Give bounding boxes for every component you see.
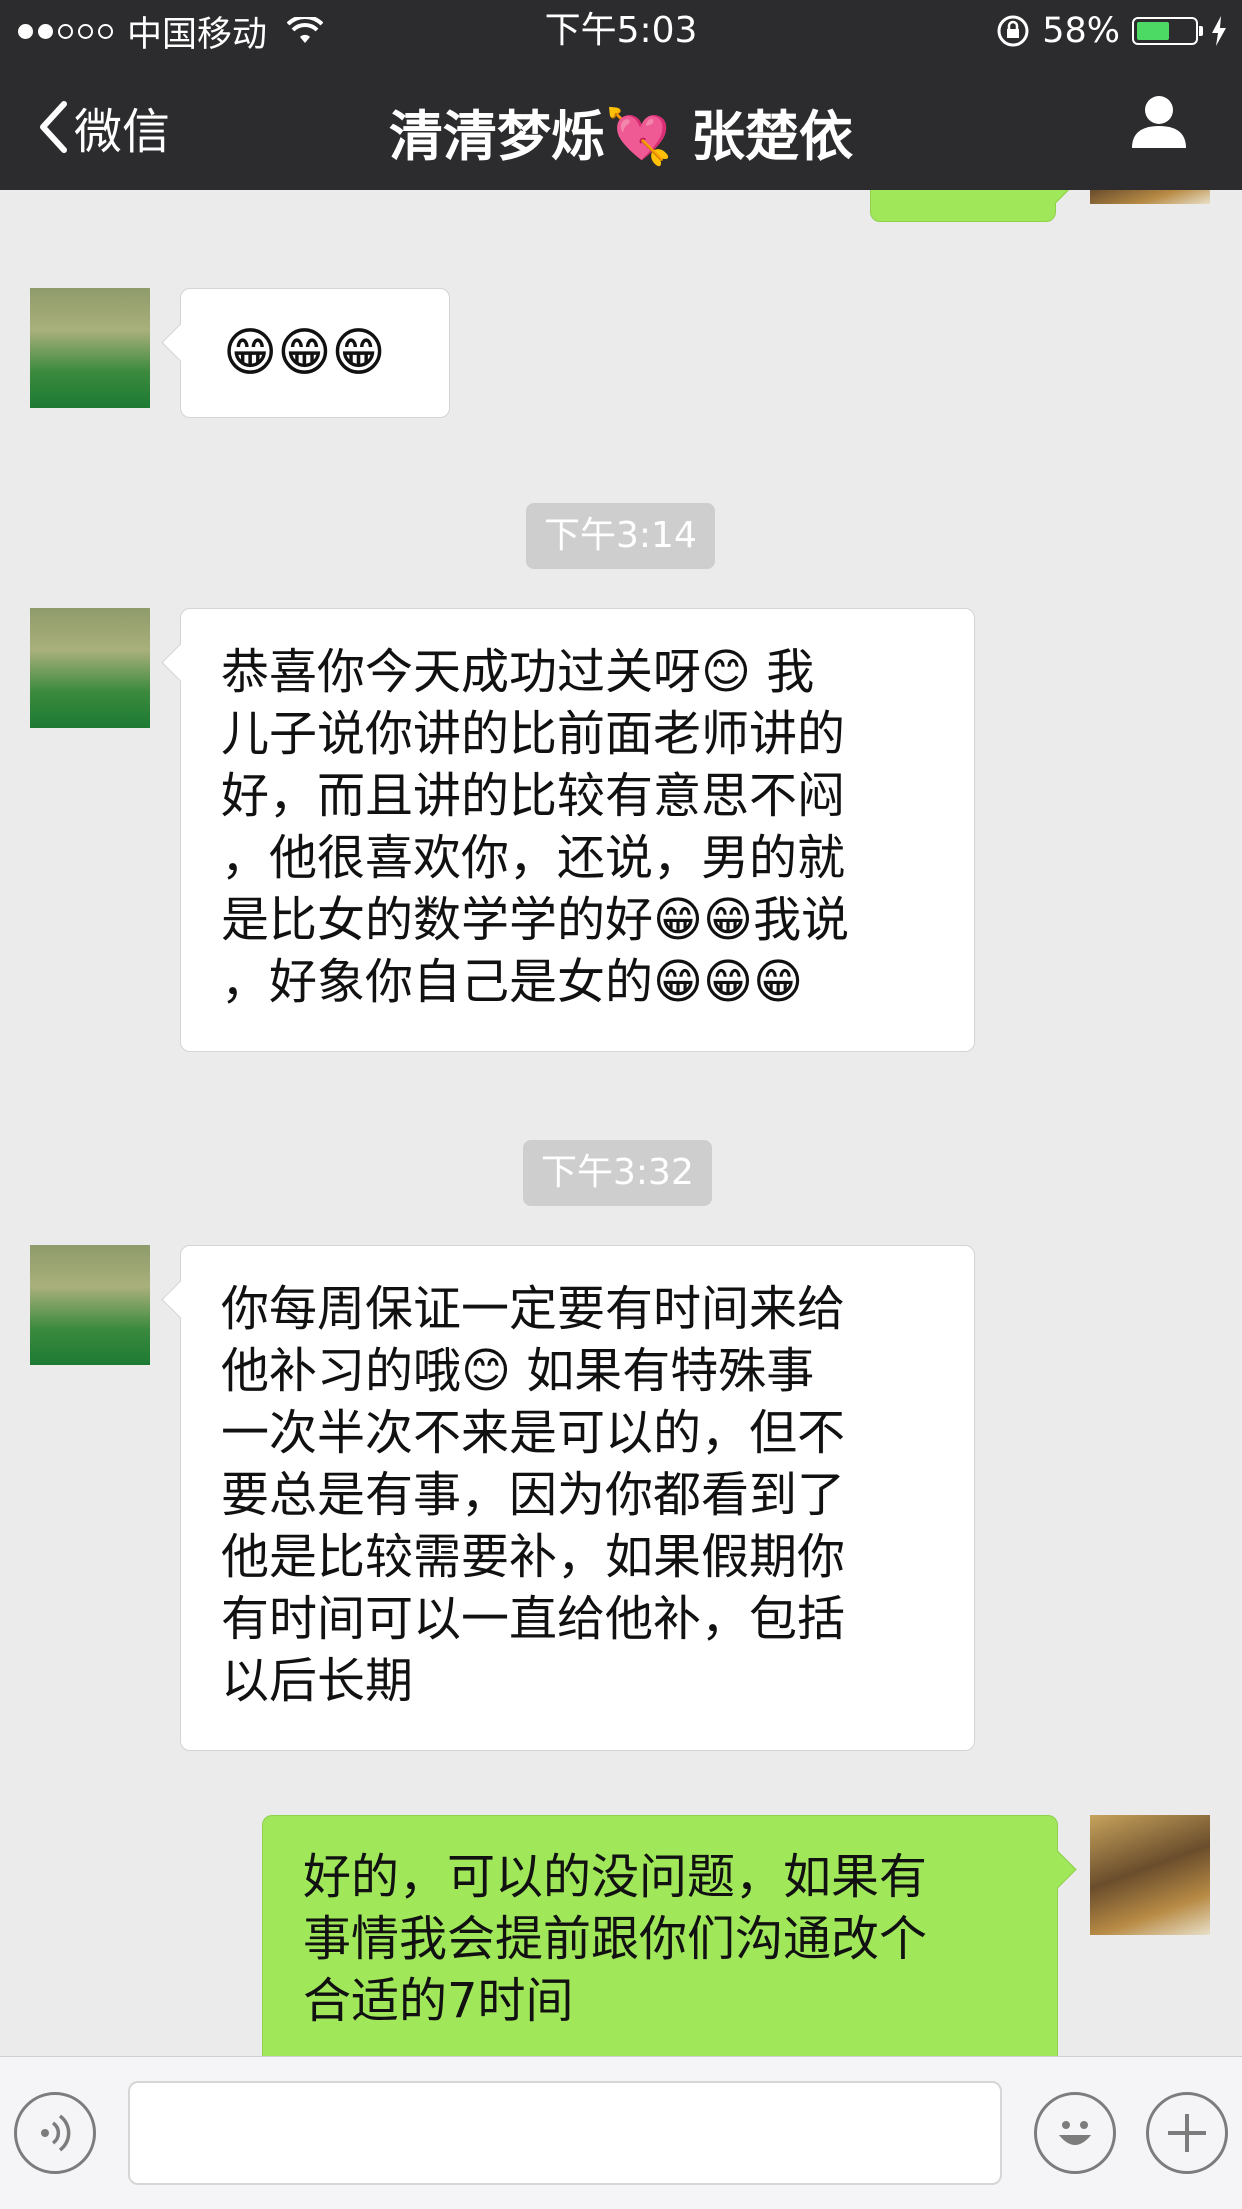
contact-avatar[interactable] [30, 608, 150, 728]
heart-arrow-icon: 💘 [604, 105, 673, 168]
chat-title: 清清梦烁💘 张楚依 [0, 92, 1242, 171]
voice-button[interactable] [14, 2092, 96, 2174]
message-input[interactable] [128, 2081, 1002, 2185]
message-line: 是比女的数学学的好😁😁我说 [221, 892, 850, 948]
message-line: ，他很喜欢你，还说，男的就 [221, 830, 846, 886]
my-avatar[interactable] [1090, 1815, 1210, 1935]
chat-info-button[interactable] [1130, 94, 1188, 154]
battery-icon [1132, 17, 1203, 45]
chat-title-right: 张楚依 [691, 105, 854, 168]
plus-icon [1168, 2114, 1206, 2152]
status-bar: 中国移动 下午5:03 58% [0, 0, 1242, 62]
voice-icon [41, 2114, 71, 2152]
message-line: 儿子说你讲的比前面老师讲的 [221, 706, 846, 762]
message-line: 合适的7时间 [303, 1973, 574, 2029]
message-line: 以后长期 [221, 1653, 414, 1709]
message-line: 一次半次不来是可以的，但不 [221, 1405, 846, 1461]
message-line: 事情我会提前跟你们沟通改个 [303, 1911, 928, 1967]
message-bubble[interactable]: 恭喜你今天成功过关呀😊 我 儿子说你讲的比前面老师讲的 好，而且讲的比较有意思不… [180, 608, 975, 1052]
contact-avatar[interactable] [30, 1245, 150, 1365]
message-line: 他补习的哦😊 如果有特殊事 [221, 1343, 815, 1399]
message-line: 要总是有事，因为你都看到了 [221, 1467, 846, 1523]
nav-bar: 微信 清清梦烁💘 张楚依 [0, 62, 1242, 190]
message-line: ，好象你自己是女的😁😁😁 [221, 954, 804, 1010]
message-line: 好，而且讲的比较有意思不闷 [221, 768, 846, 824]
person-icon [1132, 96, 1186, 148]
timestamp-divider: 下午3:32 [523, 1140, 712, 1206]
charging-icon [1212, 16, 1226, 46]
message-bubble-outgoing[interactable]: 好的，可以的没问题，如果有 事情我会提前跟你们沟通改个 合适的7时间 [262, 1815, 1058, 2056]
message-bubble[interactable]: 你每周保证一定要有时间来给 他补习的哦😊 如果有特殊事 一次半次不来是可以的，但… [180, 1245, 975, 1751]
my-avatar-partial[interactable] [1090, 190, 1210, 204]
message-line: 好的，可以的没问题，如果有 [303, 1849, 928, 1905]
input-bar [0, 2056, 1242, 2209]
contact-avatar[interactable] [30, 288, 150, 408]
message-line: 他是比较需要补，如果假期你 [221, 1529, 846, 1585]
message-text: 😁😁😁 [223, 323, 386, 383]
emoji-icon [1059, 2121, 1091, 2145]
chat-title-left: 清清梦烁 [388, 105, 605, 168]
rotation-lock-icon [997, 15, 1029, 47]
message-line: 恭喜你今天成功过关呀😊 我 [221, 644, 815, 700]
more-button[interactable] [1146, 2092, 1228, 2174]
message-bubble[interactable]: 😁😁😁 [180, 288, 450, 418]
emoji-button[interactable] [1034, 2092, 1116, 2174]
message-line: 有时间可以一直给他补，包括 [221, 1591, 846, 1647]
battery-percent: 58% [1042, 11, 1120, 51]
message-list[interactable]: 😁😁😁 下午3:14 恭喜你今天成功过关呀😊 我 儿子说你讲的比前面老师讲的 好… [0, 190, 1242, 2056]
message-line: 你每周保证一定要有时间来给 [221, 1281, 846, 1337]
timestamp-divider: 下午3:14 [526, 503, 715, 569]
message-bubble-partial[interactable] [870, 190, 1056, 222]
